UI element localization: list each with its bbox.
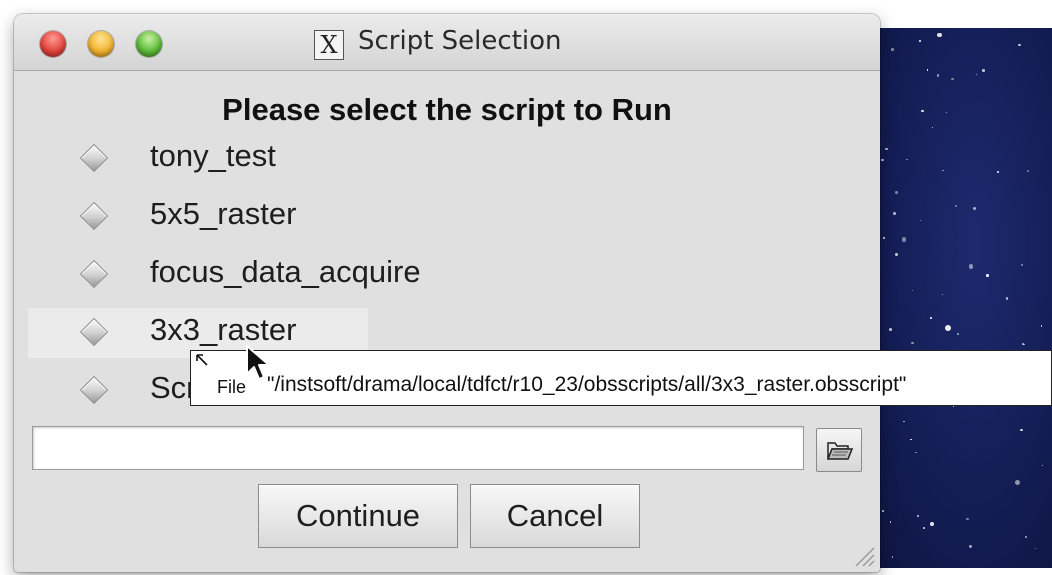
star: [918, 39, 921, 42]
tooltip-key: File: [217, 377, 247, 397]
radio-diamond-icon[interactable]: [79, 143, 109, 173]
star: [1024, 536, 1028, 539]
star: [941, 293, 944, 296]
star: [882, 509, 885, 512]
star: [915, 451, 917, 454]
radio-option-label: tony_test: [150, 138, 276, 173]
resize-grip-icon[interactable]: [848, 540, 876, 568]
cancel-button[interactable]: Cancel: [470, 484, 640, 548]
star: [997, 170, 1000, 174]
star: [1005, 297, 1009, 300]
star: [966, 517, 969, 521]
star: [944, 324, 951, 331]
file-path-tooltip: File "/instsoft/drama/local/tdfct/r10_23…: [190, 350, 1052, 406]
star: [1041, 464, 1044, 467]
title-bar[interactable]: X Script Selection: [14, 14, 880, 71]
star: [903, 420, 905, 423]
zoom-button[interactable]: [136, 31, 162, 57]
radio-diamond-icon[interactable]: [79, 201, 109, 231]
star: [883, 237, 886, 240]
star: [906, 158, 908, 161]
x11-logo-icon: X: [314, 30, 344, 60]
star: [1020, 264, 1023, 267]
star: [941, 169, 944, 172]
radio-option-label: focus_data_acquire: [150, 254, 421, 289]
star: [946, 111, 948, 114]
radio-option-tony-test[interactable]: tony_test: [28, 134, 368, 184]
star: [911, 289, 914, 291]
star: [910, 438, 912, 441]
script-path-input[interactable]: [32, 426, 804, 470]
tooltip-arrow-icon: [196, 354, 208, 366]
radio-diamond-icon[interactable]: [79, 259, 109, 289]
star: [881, 158, 884, 161]
close-button[interactable]: [40, 31, 66, 57]
star: [895, 252, 899, 256]
star: [889, 521, 892, 523]
star: [936, 74, 940, 77]
star: [1034, 547, 1036, 549]
star: [951, 77, 954, 81]
tooltip-file-path: "/instsoft/drama/local/tdfct/r10_23/obss…: [267, 373, 907, 396]
star: [1018, 43, 1021, 46]
star: [930, 317, 933, 320]
desktop-background: [860, 28, 1052, 568]
star: [937, 32, 943, 38]
window-title: Script Selection: [358, 26, 562, 56]
star: [968, 264, 974, 269]
mouse-cursor-icon: [246, 345, 270, 380]
star: [926, 69, 929, 71]
star: [1026, 169, 1030, 173]
star: [954, 205, 957, 207]
star: [921, 110, 924, 113]
star: [957, 333, 959, 335]
radio-diamond-icon[interactable]: [79, 375, 109, 405]
star: [893, 212, 896, 216]
star: [911, 341, 914, 345]
star: [885, 147, 888, 151]
dialog-heading: Please select the script to Run: [222, 92, 672, 127]
star: [889, 328, 892, 331]
star: [894, 190, 898, 195]
star: [969, 545, 972, 548]
continue-button[interactable]: Continue: [258, 484, 458, 548]
star: [1040, 325, 1043, 327]
star: [1022, 342, 1025, 345]
star: [922, 526, 926, 530]
star: [982, 69, 985, 72]
star: [891, 556, 894, 558]
minimize-button[interactable]: [88, 31, 114, 57]
radio-option-label: 3x3_raster: [150, 312, 297, 347]
star: [973, 206, 977, 210]
star: [920, 219, 922, 221]
star: [916, 514, 920, 517]
star: [1020, 428, 1023, 432]
star: [1014, 479, 1020, 486]
radio-option-focus-data-acquire[interactable]: focus_data_acquire: [28, 250, 421, 300]
radio-option-5x5-raster[interactable]: 5x5_raster: [28, 192, 368, 242]
folder-open-icon: [826, 442, 854, 460]
star: [986, 273, 989, 277]
star: [932, 126, 934, 128]
browse-button[interactable]: [816, 428, 862, 472]
star: [976, 74, 978, 76]
script-selection-window: X Script Selection Please select the scr…: [14, 14, 880, 572]
radio-option-label: 5x5_raster: [150, 196, 297, 231]
star: [891, 48, 895, 51]
radio-diamond-icon[interactable]: [79, 317, 109, 347]
star: [901, 237, 907, 242]
star: [930, 522, 934, 526]
